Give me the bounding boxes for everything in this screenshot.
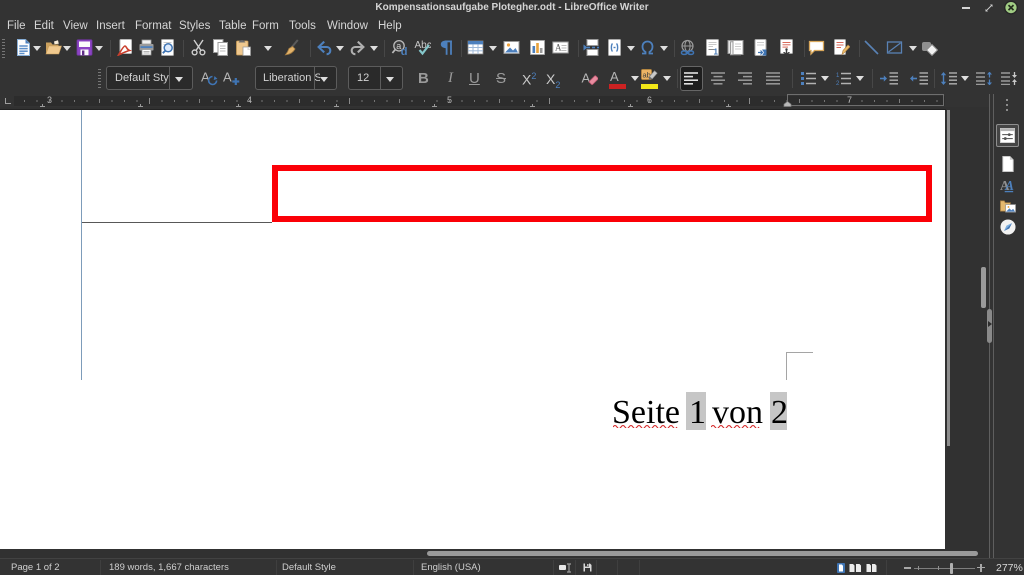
svg-text:1: 1 [836,73,840,79]
svg-text:2: 2 [836,81,840,85]
